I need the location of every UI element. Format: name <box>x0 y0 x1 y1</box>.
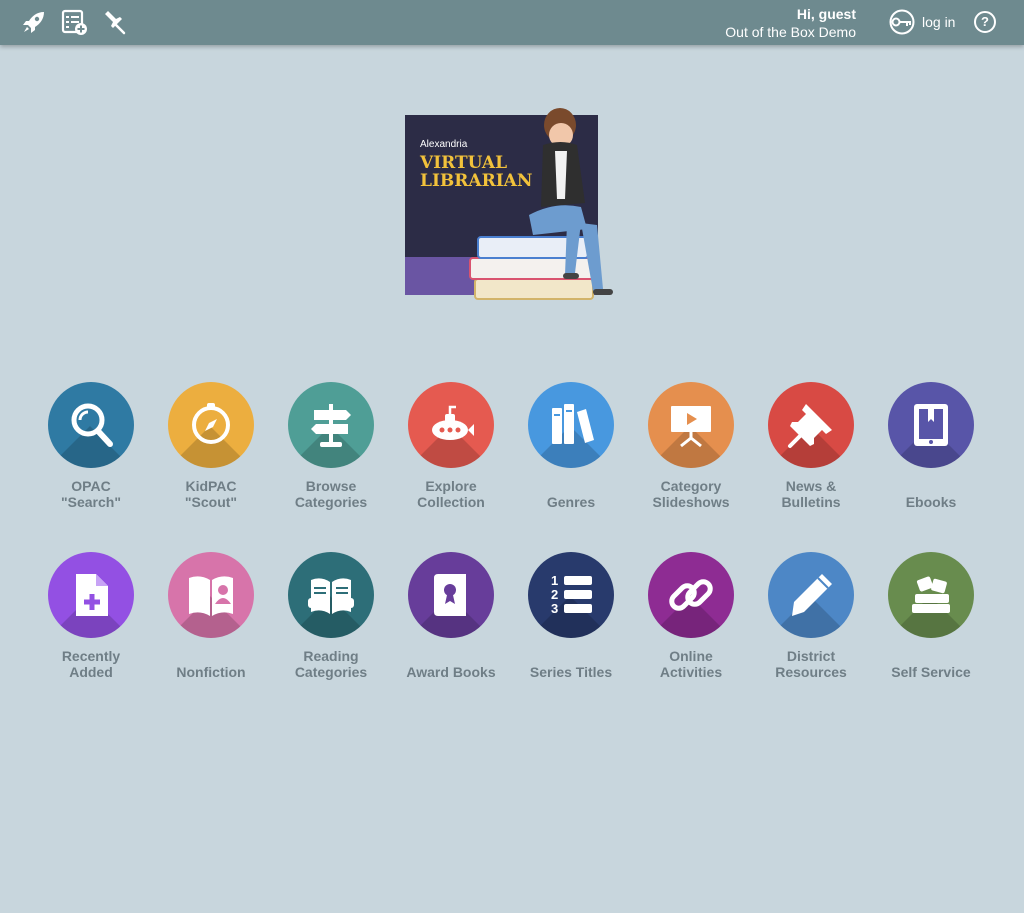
books-icon <box>552 404 594 444</box>
tile-circle <box>648 382 734 468</box>
login-button[interactable]: log in <box>884 8 955 36</box>
banner-title-line1: VIRTUAL <box>419 153 507 173</box>
tile-circle <box>48 382 134 468</box>
tile-label: Genres <box>546 494 596 510</box>
pencil-icon <box>792 574 832 616</box>
tile-label: Category Slideshows <box>652 478 730 510</box>
tile-label: KidPAC "Scout" <box>184 478 238 510</box>
tile-label: Explore Collection <box>417 478 485 510</box>
list-add-icon[interactable] <box>60 8 88 36</box>
svg-text:1: 1 <box>551 573 558 588</box>
pin-icon[interactable] <box>100 8 128 36</box>
tile-circle <box>168 382 254 468</box>
compass-icon <box>192 403 230 444</box>
tile-genres[interactable]: Genres <box>511 382 631 510</box>
tile-label: Reading Categories <box>294 648 368 680</box>
tile-circle <box>888 382 974 468</box>
tile-district-resources[interactable]: District Resources <box>751 552 871 680</box>
tile-label: Recently Added <box>61 648 121 680</box>
tile-circle <box>168 552 254 638</box>
tile-self-service[interactable]: Self Service <box>871 552 991 680</box>
tile-label: Ebooks <box>905 494 957 510</box>
login-label: log in <box>922 14 956 30</box>
book-stack-icon <box>912 576 950 613</box>
tile-explore-collection[interactable]: Explore Collection <box>391 382 511 510</box>
tile-circle <box>408 382 494 468</box>
tile-reading-categories[interactable]: Reading Categories <box>271 552 391 680</box>
tile-circle <box>768 382 854 468</box>
banner-title-line2: LIBRARIAN <box>420 171 532 191</box>
rocket-icon[interactable] <box>20 8 48 36</box>
tile-circle <box>288 552 374 638</box>
submarine-icon <box>432 405 474 440</box>
tile-label: Online Activities <box>659 648 723 680</box>
tile-label: OPAC "Search" <box>61 478 121 510</box>
tile-kidpac-scout[interactable]: KidPAC "Scout" <box>151 382 271 510</box>
tile-series-titles[interactable]: 1 2 3 Series Titles <box>511 552 631 680</box>
tile-label: District Resources <box>775 648 847 680</box>
key-icon <box>889 9 915 35</box>
tile-label: Nonfiction <box>176 664 246 680</box>
projector-icon <box>671 406 711 448</box>
magnifier-icon <box>71 403 113 447</box>
pushpin-icon <box>788 404 832 448</box>
svg-text:2: 2 <box>551 587 558 602</box>
site-name: Out of the Box Demo <box>725 24 856 40</box>
tile-opac-search[interactable]: OPAC "Search" <box>31 382 151 510</box>
open-book-icon <box>189 576 233 616</box>
ebook-icon <box>914 404 948 446</box>
numbered-list-icon: 123 <box>551 573 592 616</box>
tile-browse-categories[interactable]: Browse Categories <box>271 382 391 510</box>
link-icon <box>669 579 713 611</box>
tile-circle <box>768 552 854 638</box>
tile-circle: 123 <box>528 552 614 638</box>
top-bar: Hi, guest Out of the Box Demo log in ? <box>0 0 1024 45</box>
tile-circle <box>888 552 974 638</box>
svg-text:3: 3 <box>551 601 558 616</box>
award-book-icon <box>434 574 466 616</box>
tile-category-slideshows[interactable]: Category Slideshows <box>631 382 751 510</box>
banner-brand: Alexandria <box>420 139 468 150</box>
tile-online-activities[interactable]: Online Activities <box>631 552 751 680</box>
tile-ebooks[interactable]: Ebooks <box>871 382 991 510</box>
tile-award-books[interactable]: Award Books <box>391 552 511 680</box>
signpost-icon <box>311 404 351 447</box>
tile-label: Series Titles <box>529 664 613 680</box>
tile-recently-added[interactable]: Recently Added <box>31 552 151 680</box>
reading-icon <box>308 578 354 614</box>
tile-circle <box>48 552 134 638</box>
tile-nonfiction[interactable]: Nonfiction <box>151 552 271 680</box>
tile-label: News & Bulletins <box>781 478 841 510</box>
new-document-icon <box>76 574 108 616</box>
tile-news-bulletins[interactable]: News & Bulletins <box>751 382 871 510</box>
help-icon[interactable]: ? <box>974 11 996 33</box>
tile-label: Self Service <box>891 664 971 680</box>
virtual-librarian-banner: Alexandria VIRTUAL LIBRARIAN <box>405 103 630 303</box>
tile-circle <box>528 382 614 468</box>
greeting-text: Hi, guest <box>796 6 856 22</box>
tile-label: Award Books <box>406 664 496 680</box>
tile-circle <box>288 382 374 468</box>
tile-circle <box>648 552 734 638</box>
tile-label: Browse Categories <box>294 478 368 510</box>
user-greeting: Hi, guest Out of the Box Demo <box>725 5 856 41</box>
tile-circle <box>408 552 494 638</box>
